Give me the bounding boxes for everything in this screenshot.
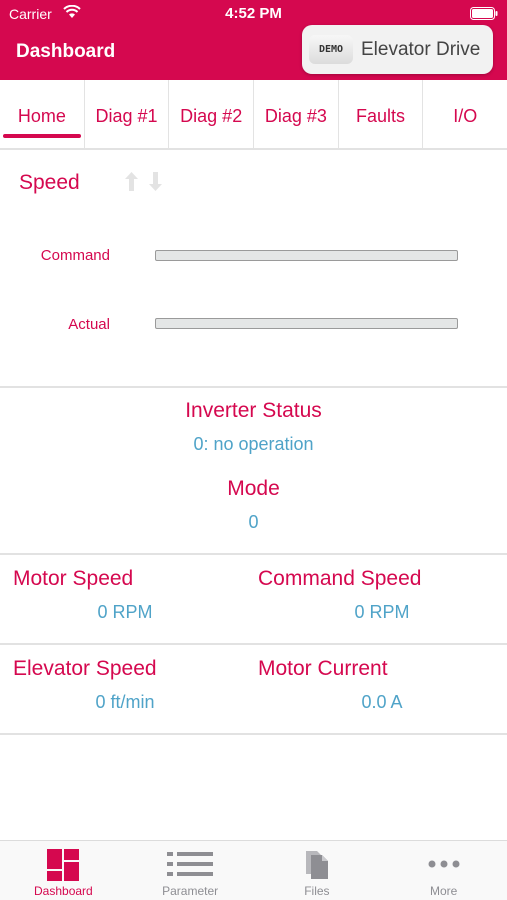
device-name: Elevator Drive bbox=[361, 39, 481, 60]
tab-label: Faults bbox=[356, 106, 406, 126]
tab-faults[interactable]: Faults bbox=[339, 80, 424, 148]
metric-row-speeds: Motor Speed 0 RPM Command Speed 0 RPM bbox=[0, 555, 507, 645]
bottom-tab-bar: Dashboard Parameter Files More bbox=[0, 840, 507, 900]
actual-speed-bar bbox=[155, 318, 458, 329]
list-icon bbox=[167, 852, 214, 876]
dashboard-icon bbox=[47, 849, 80, 881]
speed-section: Speed Command Actual bbox=[0, 150, 507, 388]
command-speed-value: 0 RPM bbox=[354, 602, 410, 622]
mode-title: Mode bbox=[227, 477, 280, 500]
header: Carrier 4:52 PM Dashboard DEMO Elevator … bbox=[0, 0, 507, 80]
active-tab-indicator bbox=[3, 134, 81, 138]
files-icon bbox=[305, 851, 328, 879]
tabbar-label: Dashboard bbox=[34, 884, 93, 898]
command-speed-bar bbox=[155, 250, 458, 261]
tab-label: Diag #3 bbox=[264, 106, 327, 126]
tabbar-label: More bbox=[429, 884, 458, 898]
tabbar-files[interactable]: Files bbox=[254, 841, 381, 900]
more-icon bbox=[428, 860, 460, 868]
status-bar: Carrier 4:52 PM bbox=[0, 0, 507, 28]
battery-icon bbox=[470, 7, 498, 20]
tab-diag-3[interactable]: Diag #3 bbox=[254, 80, 339, 148]
tabbar-label: Parameter bbox=[162, 884, 219, 898]
inverter-status-value: 0: no operation bbox=[193, 434, 314, 454]
app-screen: Carrier 4:52 PM Dashboard DEMO Elevator … bbox=[0, 0, 507, 900]
metric-row-elevator: Elevator Speed 0 ft/min Motor Current 0.… bbox=[0, 645, 507, 735]
arrow-up-icon bbox=[125, 172, 138, 191]
page-title: Dashboard bbox=[16, 41, 116, 62]
tabbar-dashboard[interactable]: Dashboard bbox=[0, 841, 127, 900]
speed-title: Speed bbox=[19, 171, 80, 194]
tab-diag-1[interactable]: Diag #1 bbox=[85, 80, 170, 148]
tab-diag-2[interactable]: Diag #2 bbox=[169, 80, 255, 148]
tab-label: Diag #2 bbox=[180, 106, 243, 126]
tabbar-parameter[interactable]: Parameter bbox=[127, 841, 254, 900]
clock: 4:52 PM bbox=[225, 5, 282, 22]
device-selector-button[interactable]: DEMO Elevator Drive bbox=[302, 25, 493, 74]
motor-current-title: Motor Current bbox=[258, 657, 388, 680]
mode-value: 0 bbox=[248, 512, 259, 532]
elevator-speed-title: Elevator Speed bbox=[13, 657, 157, 680]
elevator-speed-value: 0 ft/min bbox=[95, 692, 155, 712]
tabbar-label: Files bbox=[304, 884, 330, 898]
demo-badge: DEMO bbox=[309, 35, 353, 64]
status-section: Inverter Status 0: no operation Mode 0 bbox=[0, 388, 507, 555]
command-speed-title: Command Speed bbox=[258, 567, 422, 590]
actual-speed-label: Actual bbox=[68, 316, 110, 333]
motor-speed-title: Motor Speed bbox=[13, 567, 134, 590]
tabbar-more[interactable]: More bbox=[380, 841, 507, 900]
tab-io[interactable]: I/O bbox=[423, 80, 507, 148]
motor-speed-value: 0 RPM bbox=[97, 602, 153, 622]
tab-home[interactable]: Home bbox=[0, 80, 85, 148]
tab-label: I/O bbox=[453, 106, 478, 126]
arrow-down-icon bbox=[149, 172, 162, 191]
tab-label: Diag #1 bbox=[95, 106, 158, 126]
tab-label: Home bbox=[17, 106, 66, 126]
inverter-status-title: Inverter Status bbox=[185, 399, 322, 422]
command-speed-label: Command bbox=[40, 247, 110, 264]
motor-current-value: 0.0 A bbox=[361, 692, 403, 712]
top-tab-bar: Home Diag #1 Diag #2 Diag #3 Faults I/O bbox=[0, 80, 507, 150]
